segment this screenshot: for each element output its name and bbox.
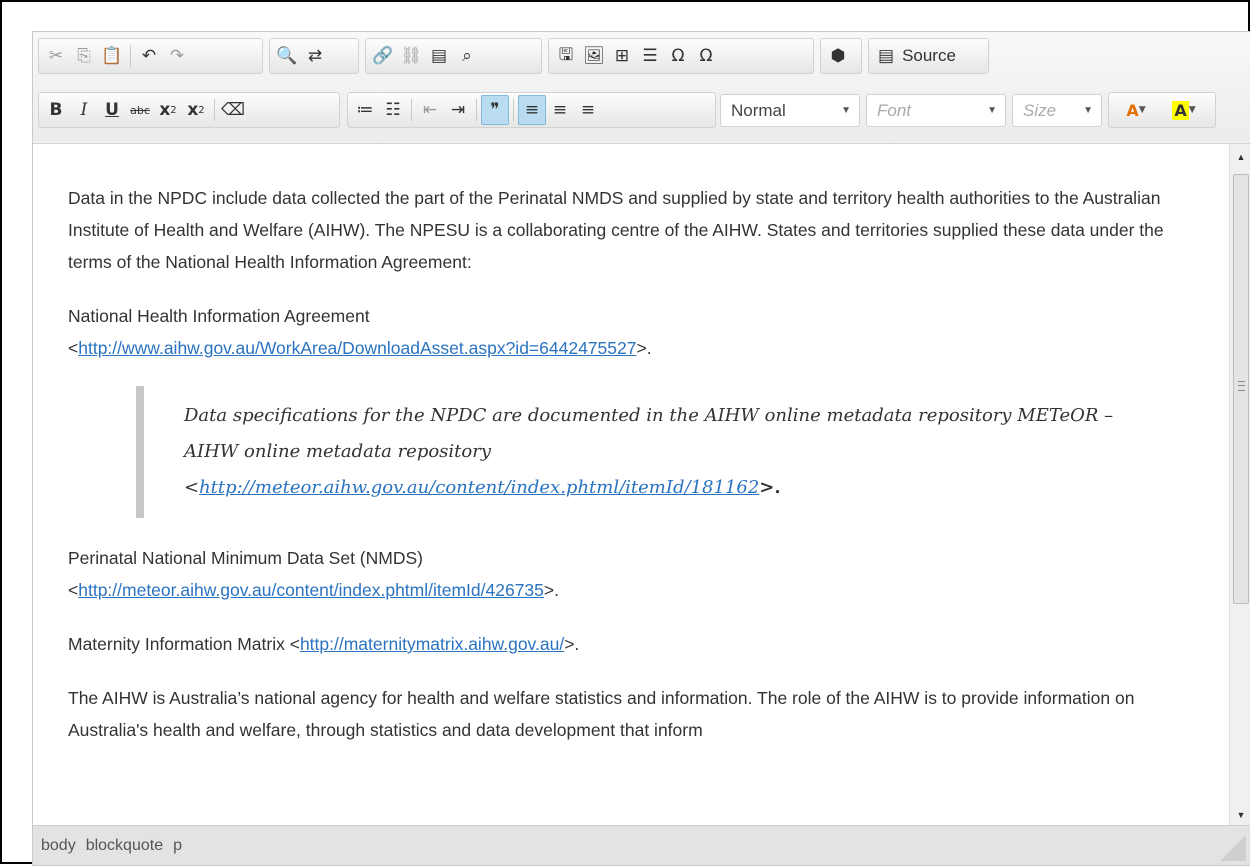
cut-icon[interactable]: ✂ — [42, 41, 70, 71]
redo-icon[interactable]: ↷ — [163, 41, 191, 71]
element-path-bar: body blockquote p — [33, 825, 1250, 865]
undo-icon[interactable]: ↶ — [135, 41, 163, 71]
matrix-text: Maternity Information Matrix < — [68, 634, 300, 654]
chip-icon[interactable]: ⬢ — [824, 41, 852, 71]
quote-open-bracket: < — [184, 477, 200, 498]
basic-styles-group: B I U abc x2 x2 ⌫ — [38, 92, 340, 128]
font-combo[interactable]: Font ▼ — [866, 94, 1006, 127]
separator — [411, 99, 412, 121]
replace-icon[interactable]: ⇄ — [301, 41, 329, 71]
nmds-text: Perinatal National Minimum Data Set (NMD… — [68, 548, 423, 568]
separator — [476, 99, 477, 121]
resize-handle-icon[interactable] — [1220, 835, 1246, 861]
blockquote-button[interactable]: ❞ — [481, 95, 509, 125]
nmds-link[interactable]: http://meteor.aihw.gov.au/content/index.… — [78, 580, 544, 600]
source-icon: ▤ — [878, 46, 895, 65]
superscript-button[interactable]: x2 — [182, 95, 210, 125]
document-body[interactable]: Data in the NPDC include data collected … — [68, 182, 1168, 768]
special-char-icon[interactable]: Ω — [664, 41, 692, 71]
subscript-label: x — [159, 100, 171, 120]
align-right-icon[interactable]: ≡ — [574, 95, 602, 125]
source-label: Source — [902, 46, 956, 65]
text-color-icon[interactable]: A ▼ — [1112, 95, 1160, 125]
superscript-label: x — [187, 100, 199, 120]
scroll-up-icon[interactable]: ▲ — [1230, 146, 1250, 168]
format-combo-value: Normal — [731, 100, 786, 120]
find-group: 🔍 ⇄ — [269, 38, 359, 74]
scroll-down-icon[interactable]: ▼ — [1230, 804, 1250, 826]
quote-text: Data specifications for the NPDC are doc… — [184, 405, 1114, 462]
size-combo-value: Size — [1023, 100, 1057, 120]
preview-icon[interactable]: ⌕ — [453, 41, 481, 71]
special-char-alt-icon[interactable]: Ω — [692, 41, 720, 71]
nmds-close-bracket: >. — [543, 580, 559, 600]
image-icon[interactable]: 🖼 — [580, 41, 608, 71]
background-color-icon[interactable]: A ▼ — [1160, 95, 1208, 125]
clipboard-group: ✂ ⎘ 📋 ↶ ↷ — [38, 38, 263, 74]
nhia-text: National Health Information Agreement — [68, 306, 370, 326]
paragraph-maternity-matrix[interactable]: Maternity Information Matrix <http://mat… — [68, 628, 1168, 660]
align-center-icon[interactable]: ≡ — [546, 95, 574, 125]
rich-text-editor: ✂ ⎘ 📋 ↶ ↷ 🔍 ⇄ 🔗 ⛓ ▤ ⌕ 🖫 🖼 ⊞ ☰ Ω Ω ⬢ ▤ So… — [32, 31, 1250, 866]
path-blockquote[interactable]: blockquote — [86, 837, 163, 855]
paragraph-nmds[interactable]: Perinatal National Minimum Data Set (NMD… — [68, 542, 1168, 606]
blockquote[interactable]: Data specifications for the NPDC are doc… — [136, 386, 1168, 518]
size-combo[interactable]: Size ▼ — [1012, 94, 1102, 127]
underline-button[interactable]: U — [98, 95, 126, 125]
chevron-down-icon: ▼ — [1083, 105, 1093, 116]
nhia-link[interactable]: http://www.aihw.gov.au/WorkArea/Download… — [78, 338, 636, 358]
separator — [130, 45, 131, 67]
source-button[interactable]: ▤ Source — [872, 46, 962, 66]
chevron-down-icon: ▼ — [841, 105, 851, 116]
link-icon[interactable]: 🔗 — [369, 41, 397, 71]
plugin-group: ⬢ — [820, 38, 862, 74]
nmds-open-bracket: < — [68, 580, 79, 600]
copy-icon[interactable]: ⎘ — [70, 41, 98, 71]
quote-close-bracket: >. — [759, 477, 781, 498]
find-icon[interactable]: 🔍 — [273, 41, 301, 71]
font-combo-value: Font — [877, 100, 912, 120]
chevron-down-icon: ▼ — [987, 105, 997, 116]
italic-button[interactable]: I — [70, 95, 98, 125]
eraser-icon[interactable]: ⌫ — [219, 95, 247, 125]
separator — [513, 99, 514, 121]
align-left-icon[interactable]: ≡ — [518, 95, 546, 125]
editor-content-area[interactable]: Data in the NPDC include data collected … — [33, 143, 1250, 828]
table-icon[interactable]: ⊞ — [608, 41, 636, 71]
tools-group: 🔗 ⛓ ▤ ⌕ — [365, 38, 542, 74]
source-group: ▤ Source — [868, 38, 989, 74]
subscript-button[interactable]: x2 — [154, 95, 182, 125]
bold-button[interactable]: B — [42, 95, 70, 125]
unlink-icon[interactable]: ⛓ — [397, 41, 425, 71]
paragraph-nhia[interactable]: National Health Information Agreement <h… — [68, 300, 1168, 364]
outdent-icon[interactable]: ⇤ — [416, 95, 444, 125]
matrix-close-bracket: >. — [564, 634, 580, 654]
nhia-open-bracket: < — [68, 338, 79, 358]
grip-icon — [1238, 381, 1245, 391]
paragraph-npdc-intro[interactable]: Data in the NPDC include data collected … — [68, 182, 1168, 278]
colors-group: A ▼ A ▼ — [1108, 92, 1216, 128]
path-p[interactable]: p — [173, 837, 182, 855]
screenshot-frame: ✂ ⎘ 📋 ↶ ↷ 🔍 ⇄ 🔗 ⛓ ▤ ⌕ 🖫 🖼 ⊞ ☰ Ω Ω ⬢ ▤ So… — [0, 0, 1250, 866]
vertical-scrollbar[interactable]: ▲ ▼ — [1229, 144, 1250, 828]
bulleted-list-icon[interactable]: ☷ — [379, 95, 407, 125]
format-combo[interactable]: Normal ▼ — [720, 94, 860, 127]
editor-toolbar: ✂ ⎘ 📋 ↶ ↷ 🔍 ⇄ 🔗 ⛓ ▤ ⌕ 🖫 🖼 ⊞ ☰ Ω Ω ⬢ ▤ So… — [33, 32, 1250, 142]
horizontal-rule-icon[interactable]: ☰ — [636, 41, 664, 71]
separator — [214, 99, 215, 121]
save-icon[interactable]: 🖫 — [552, 41, 580, 71]
paste-icon[interactable]: 📋 — [98, 41, 126, 71]
path-body[interactable]: body — [41, 837, 76, 855]
numbered-list-icon[interactable]: ≔ — [351, 95, 379, 125]
templates-icon[interactable]: ▤ — [425, 41, 453, 71]
paragraph-group: ≔ ☷ ⇤ ⇥ ❞ ≡ ≡ ≡ — [347, 92, 716, 128]
meteor-link[interactable]: http://meteor.aihw.gov.au/content/index.… — [199, 477, 759, 498]
strike-button[interactable]: abc — [126, 95, 154, 125]
insert-group: 🖫 🖼 ⊞ ☰ Ω Ω — [548, 38, 814, 74]
paragraph-aihw-role[interactable]: The AIHW is Australia’s national agency … — [68, 682, 1168, 746]
matrix-link[interactable]: http://maternitymatrix.aihw.gov.au/ — [300, 634, 564, 654]
indent-icon[interactable]: ⇥ — [444, 95, 472, 125]
scroll-thumb[interactable] — [1233, 174, 1249, 604]
nhia-close-bracket: >. — [636, 338, 652, 358]
